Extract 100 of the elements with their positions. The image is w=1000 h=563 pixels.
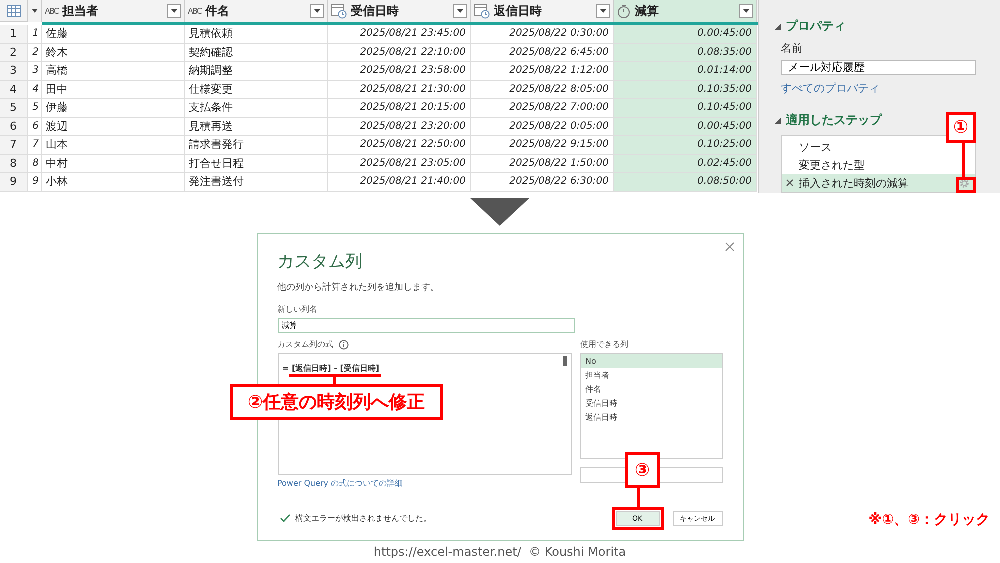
section-heading: プロパティ (786, 18, 846, 35)
index-cell: 5 (28, 99, 42, 118)
help-link[interactable]: Power Query の式についての詳細 (278, 478, 572, 489)
table-cell: 佐藤 (42, 25, 185, 44)
column-list-item[interactable]: 件名 (581, 382, 722, 396)
table-cell: 支払条件 (185, 99, 328, 118)
index-cell: 2 (28, 44, 42, 62)
caret-icon (742, 8, 750, 14)
table-cell: 2025/08/21 21:30:00 (328, 80, 471, 99)
caret-icon (314, 8, 320, 14)
filter-dropdown-button[interactable] (596, 4, 610, 18)
table-cell: 0.08:35:00 (614, 44, 757, 62)
delete-icon[interactable] (786, 179, 794, 187)
table-cell: 2025/08/21 23:58:00 (328, 62, 471, 80)
column-list-item[interactable]: 担当者 (581, 368, 722, 382)
column-list-item[interactable]: No (581, 354, 722, 368)
section-heading: 適用したステップ (786, 112, 882, 129)
step-callout: ① (946, 112, 976, 143)
row-number: 7 (0, 136, 28, 154)
step-callout: ③ (625, 452, 660, 488)
table-cell: 納期調整 (185, 62, 328, 80)
row-number: 9 (0, 173, 28, 192)
table-cell: 2025/08/21 21:40:00 (328, 173, 471, 192)
field-label: 新しい列名 (278, 304, 318, 315)
column-title: 受信日時 (351, 2, 400, 20)
table-cell: 渡辺 (42, 118, 185, 136)
table-cell: 高橋 (42, 62, 185, 80)
table-cell: 2025/08/21 22:50:00 (328, 136, 471, 154)
table-cell: 打合せ日程 (185, 154, 328, 173)
name-field[interactable]: メール対応履歴 (781, 60, 976, 75)
caret-icon (30, 7, 38, 15)
column-title: 減算 (635, 2, 660, 20)
row-number: 1 (0, 25, 28, 44)
filter-dropdown-button[interactable] (453, 4, 467, 18)
step-item[interactable]: 挿入された時刻の減算 (782, 174, 975, 192)
index-cell: 7 (28, 136, 42, 154)
dialog-description: 他の列から計算された列を追加します。 (278, 282, 440, 294)
all-properties-link[interactable]: すべてのプロパティ (781, 81, 976, 96)
collapse-triangle-icon[interactable] (775, 118, 781, 124)
column-header[interactable]: 減算 (614, 0, 757, 22)
formula-text: = [返信日時] - [受信日時] (282, 364, 380, 373)
step-item[interactable]: 変更された型 (782, 156, 975, 174)
field-label: カスタム列の式 (278, 339, 334, 350)
table-cell: 鈴木 (42, 44, 185, 62)
calendar-clock-icon (331, 4, 347, 18)
index-cell: 6 (28, 118, 42, 136)
step-callout: ②任意の時刻列へ修正 (230, 384, 443, 420)
field-label: 名前 (781, 41, 804, 56)
stopwatch-icon (617, 4, 631, 18)
down-arrow-icon (470, 198, 530, 226)
caret-icon (170, 8, 178, 14)
column-name-field[interactable]: 減算 (278, 318, 574, 333)
column-list-item[interactable]: 返信日時 (581, 410, 722, 424)
table-cell: 田中 (42, 80, 185, 99)
filter-dropdown-button[interactable] (310, 4, 324, 18)
index-cell: 9 (28, 173, 42, 192)
dialog-title: カスタム列 (278, 251, 364, 273)
check-icon (280, 514, 290, 523)
index-cell: 1 (28, 25, 42, 44)
table-icon (6, 4, 20, 16)
table-cell: 中村 (42, 154, 185, 173)
index-cell: 3 (28, 62, 42, 80)
table-cell: 0.10:25:00 (614, 136, 757, 154)
table-cell: 見積再送 (185, 118, 328, 136)
info-icon[interactable] (338, 340, 348, 350)
index-cell: 4 (28, 80, 42, 99)
table-cell: 2025/08/21 22:10:00 (328, 44, 471, 62)
column-list-item[interactable]: 受信日時 (581, 396, 722, 410)
index-cell: 8 (28, 154, 42, 173)
row-number: 8 (0, 154, 28, 173)
table-cell: 請求書発行 (185, 136, 328, 154)
close-icon[interactable] (724, 242, 734, 252)
table-cell: 0.10:45:00 (614, 99, 757, 118)
table-cell: 仕様変更 (185, 80, 328, 99)
column-title: 返信日時 (494, 2, 543, 20)
table-cell: 2025/08/21 23:05:00 (328, 154, 471, 173)
row-number: 2 (0, 44, 28, 62)
table-cell: 2025/08/21 23:20:00 (328, 118, 471, 136)
table-cell: 0.00:45:00 (614, 118, 757, 136)
table-cell: 0.02:45:00 (614, 154, 757, 173)
row-number: 5 (0, 99, 28, 118)
collapse-triangle-icon[interactable] (775, 24, 781, 30)
row-number: 4 (0, 80, 28, 99)
field-label: 使用できる列 (580, 339, 630, 350)
table-cell: 2025/08/21 20:15:00 (328, 99, 471, 118)
column-title: 担当者 (62, 2, 100, 20)
text-type-icon: ABC (188, 6, 202, 16)
filter-dropdown-button[interactable] (739, 4, 753, 18)
table-cell: 2025/08/21 23:45:00 (328, 25, 471, 44)
table-menu-button[interactable] (0, 0, 28, 22)
click-note: ※①、③：クリック (868, 511, 990, 529)
row-number: 6 (0, 118, 28, 136)
table-cell: 0.01:14:00 (614, 62, 757, 80)
settings-icon[interactable] (959, 178, 970, 188)
table-cell: 伊藤 (42, 99, 185, 118)
table-cell: 0.00:45:00 (614, 25, 757, 44)
table-cell: 0.08:50:00 (614, 173, 757, 192)
copyright-text: https://excel-master.net/ © Koushi Morita (374, 545, 626, 559)
filter-dropdown-button[interactable] (167, 4, 181, 18)
status-message: 構文エラーが検出されませんでした。 (296, 513, 432, 524)
